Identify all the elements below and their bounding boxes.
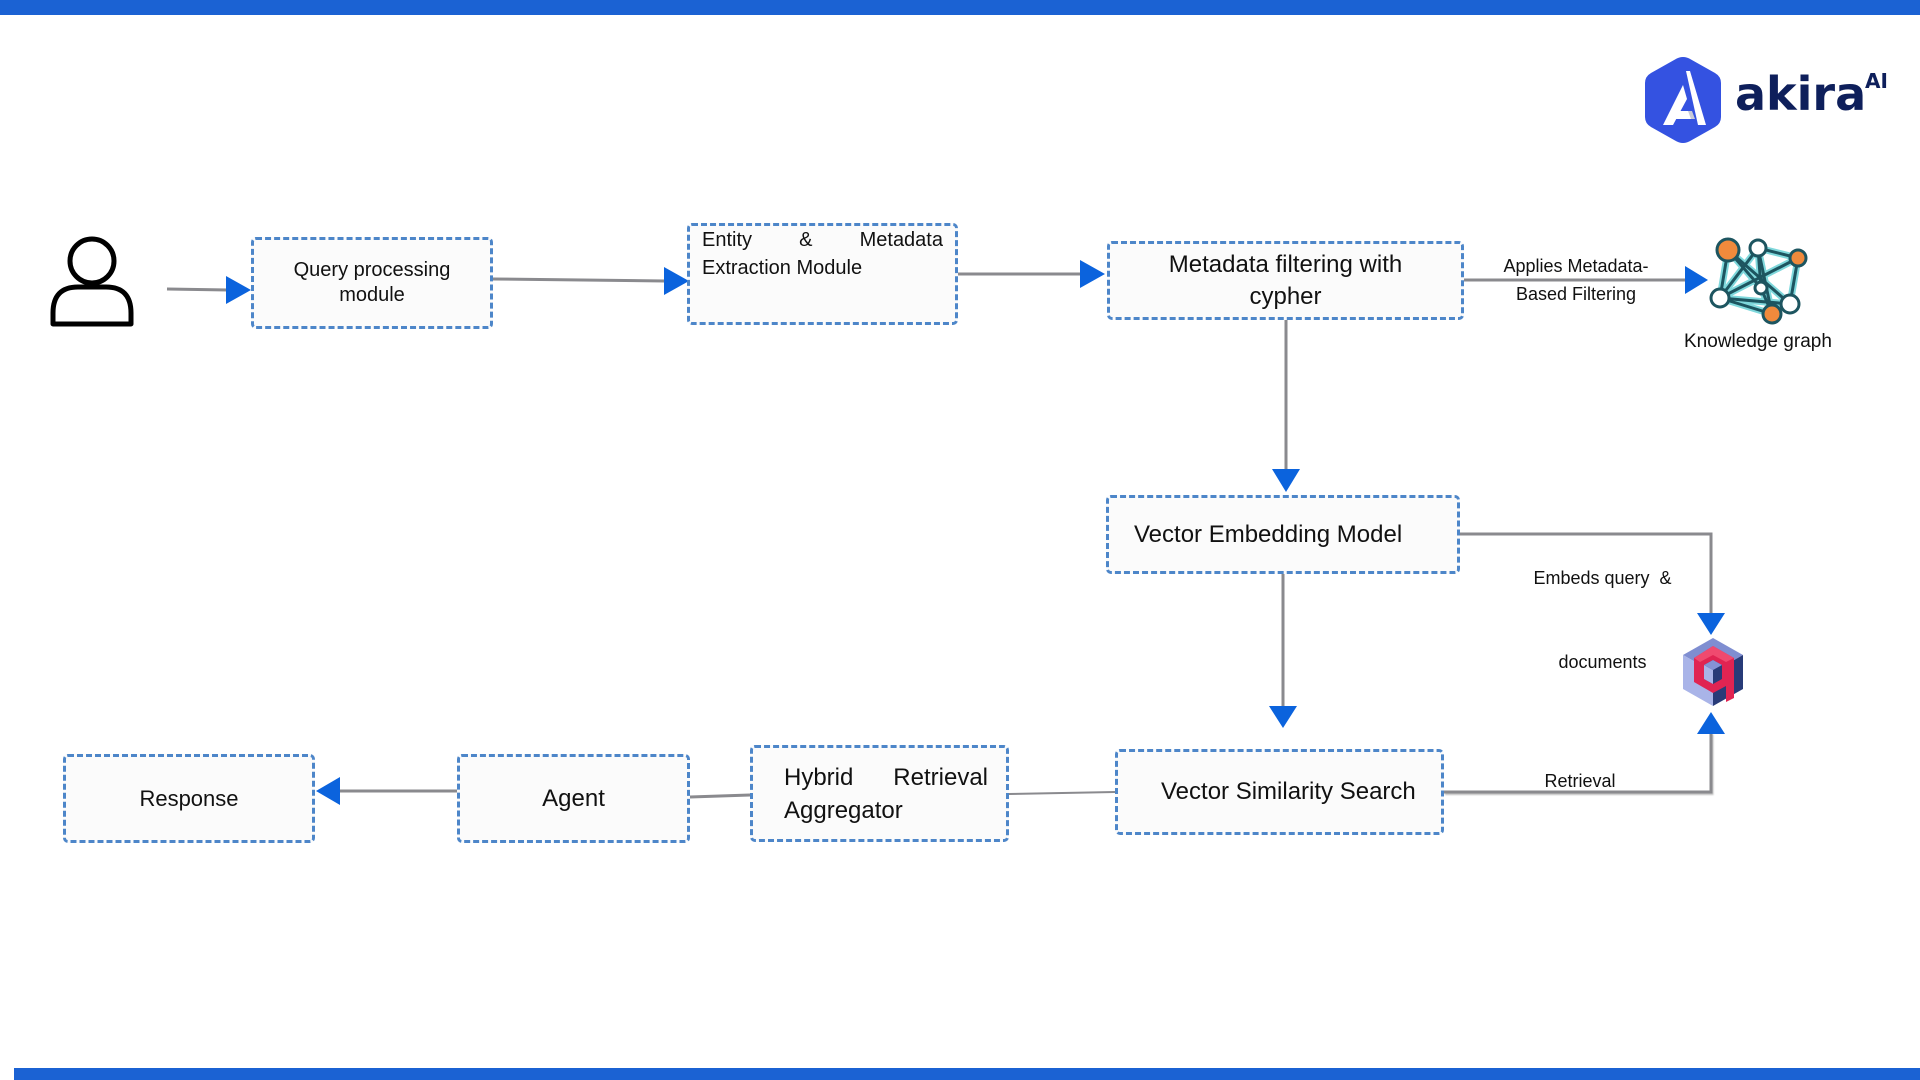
node-vector-similarity-search[interactable]: Vector Similarity Search [1115,749,1444,835]
node-vector-embedding-model[interactable]: Vector Embedding Model [1106,495,1460,574]
node-label: Vector Embedding Model [1134,520,1403,548]
edge-label-line2: Based Filtering [1515,284,1637,304]
node-label: Query processing module [293,259,451,306]
user-icon [50,236,134,327]
edge-agent-to-response [316,777,457,805]
knowledge-graph-icon [1709,237,1808,325]
edge-entity-to-metadata [958,260,1105,288]
edge-label-line2: documents [1558,652,1647,672]
edge-label-applies-metadata: Applies Metadata- Based Filtering [1478,252,1674,308]
arrowhead-icon [316,777,340,805]
edge-label-retrieval: Retrieval [1520,767,1640,795]
edge-user-to-query [166,276,251,304]
node-label-line1: Hybrid Retrieval [784,763,988,791]
node-metadata-filtering[interactable]: Metadata filtering with cypher [1107,241,1464,320]
edge-metadata-to-embedding [1272,320,1300,492]
arrowhead-icon [226,276,251,304]
arrowhead-icon [1269,706,1297,728]
brand-name: akira [1735,67,1867,121]
node-label: Metadata filtering with cypher [1168,250,1403,310]
arrowhead-icon [1080,260,1105,288]
edge-label-line1: Applies Metadata- [1503,256,1649,276]
arrowhead-icon [664,267,689,295]
node-hybrid-retrieval-aggregator[interactable]: Hybrid Retrieval Aggregator [750,745,1009,842]
top-accent-bar [0,0,1920,15]
node-label: Response [139,785,239,811]
qdrant-icon [1683,638,1743,706]
node-entity-metadata-extraction[interactable]: Entity & Metadata Extraction Module [687,223,958,325]
edge-label-line1: Embeds query & [1533,568,1672,588]
bottom-accent-bar [14,1068,1920,1080]
node-label-line2: Aggregator [784,796,903,824]
brand-superscript: AI [1865,69,1888,93]
edge-query-to-entity [492,267,689,295]
node-label-line2: Extraction Module [702,257,863,279]
node-agent[interactable]: Agent [457,754,690,843]
akira-ai-logo: akira AI [1643,55,1893,145]
arrowhead-icon [1697,613,1725,635]
edge-embedding-to-similarity [1269,574,1297,728]
knowledge-graph-caption: Knowledge graph [1684,331,1832,352]
arrowhead-icon [1272,469,1300,492]
arrowhead-icon [1685,266,1708,294]
node-query-processing[interactable]: Query processing module [251,237,493,329]
edge-label-text: Retrieval [1544,771,1616,791]
arrowhead-icon [1697,712,1725,734]
edge-label-embeds-query: Embeds query & documents [1510,508,1695,704]
node-label-line1: Entity & Metadata [702,229,943,251]
akira-hexagon-icon [1645,57,1721,143]
edge-hybrid-to-agent [689,793,751,799]
edge-similarity-to-hybrid [1008,791,1116,795]
node-label: Vector Similarity Search [1161,778,1416,805]
node-response[interactable]: Response [63,754,315,843]
node-label: Agent [542,784,605,812]
